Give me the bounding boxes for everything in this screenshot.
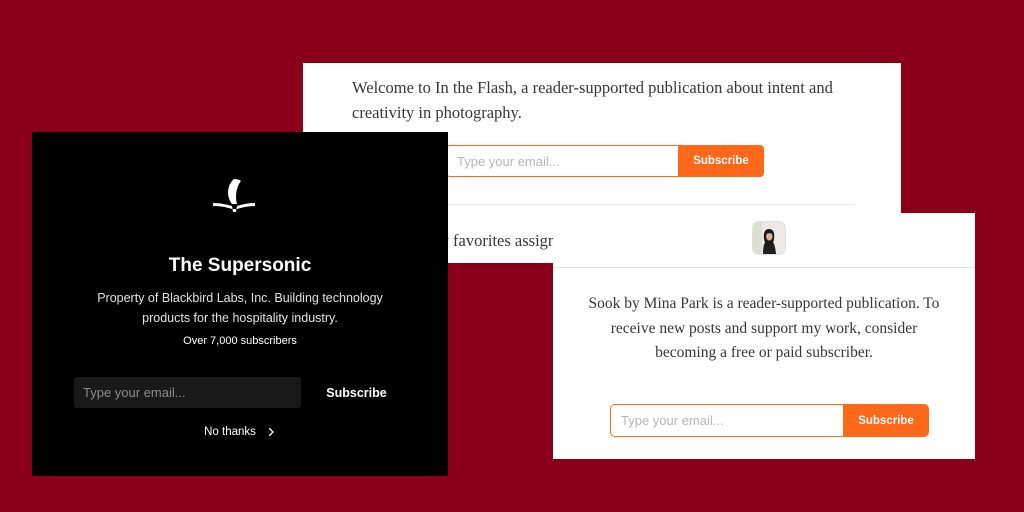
flash-subscribe-button[interactable]: Subscribe	[678, 145, 764, 177]
supersonic-subscribe-form: Subscribe	[74, 377, 404, 408]
supersonic-email-input[interactable]	[74, 377, 301, 408]
supersonic-title: The Supersonic	[168, 255, 312, 276]
sook-subscribe-form: Subscribe	[610, 404, 929, 437]
flash-subscribe-form: Subscribe	[446, 145, 764, 177]
flash-email-input[interactable]	[446, 145, 678, 177]
sook-email-input[interactable]	[610, 404, 843, 437]
sook-description: Sook by Mina Park is a reader-supported …	[588, 295, 940, 361]
supersonic-subscriber-count: Over 7,000 subscribers	[183, 335, 297, 347]
flash-description: Welcome to In the Flash, a reader-suppor…	[352, 78, 833, 122]
supersonic-logo-icon	[213, 179, 255, 212]
author-avatar[interactable]	[753, 222, 785, 254]
sook-subscribe-card: Sook by Mina Park is a reader-supported …	[553, 213, 975, 459]
sook-subscribe-button[interactable]: Subscribe	[843, 404, 929, 437]
flash-divider	[435, 204, 855, 205]
supersonic-subscribe-card: The Supersonic Property of Blackbird Lab…	[32, 132, 448, 476]
author-avatar-icon	[753, 222, 785, 254]
sook-header	[553, 213, 975, 268]
supersonic-description: Property of Blackbird Labs, Inc. Buildin…	[97, 291, 383, 325]
no-thanks-label: No thanks	[204, 426, 256, 438]
chevron-right-icon	[268, 427, 274, 437]
supersonic-subscribe-button[interactable]: Subscribe	[309, 377, 404, 408]
no-thanks-link[interactable]: No thanks	[32, 426, 448, 438]
